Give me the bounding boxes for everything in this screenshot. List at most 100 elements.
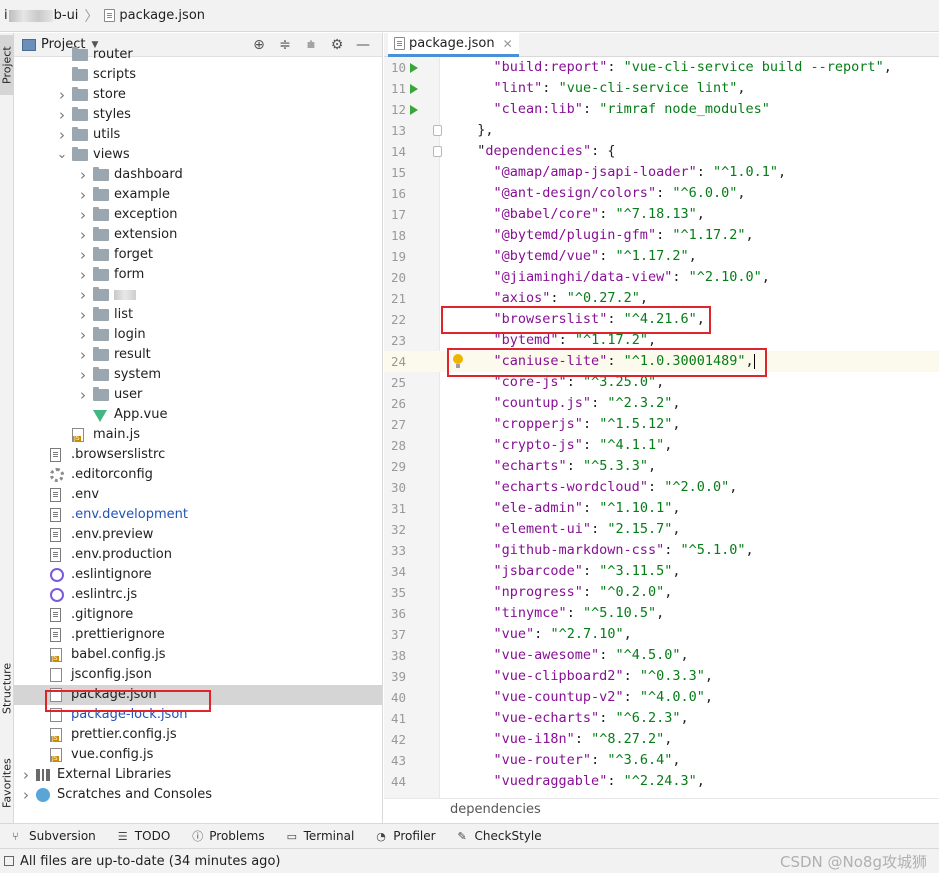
- code-line[interactable]: 36 "tinymce": "^5.10.5",: [384, 603, 939, 624]
- tree-item[interactable]: .eslintrc.js: [14, 585, 382, 605]
- code-line[interactable]: 10 "build:report": "vue-cli-service buil…: [384, 57, 939, 78]
- code-line[interactable]: 41 "vue-echarts": "^6.2.3",: [384, 708, 939, 729]
- close-icon[interactable]: ✕: [503, 37, 513, 51]
- chevron-right-icon[interactable]: ›: [77, 325, 89, 345]
- code-line[interactable]: 19 "@bytemd/vue": "^1.17.2",: [384, 246, 939, 267]
- tree-item[interactable]: › styles: [14, 105, 382, 125]
- code-line[interactable]: 21 "axios": "^0.27.2",: [384, 288, 939, 309]
- tree-item[interactable]: .prettierignore: [14, 625, 382, 645]
- code-line[interactable]: 44 "vuedraggable": "^2.24.3",: [384, 771, 939, 792]
- tree-item[interactable]: › store: [14, 85, 382, 105]
- code-line[interactable]: 23 "bytemd": "^1.17.2",: [384, 330, 939, 351]
- code-line[interactable]: 17 "@babel/core": "^7.18.13",: [384, 204, 939, 225]
- run-script-icon[interactable]: [410, 84, 418, 94]
- tree-item[interactable]: ⌄ views: [14, 145, 382, 165]
- run-script-icon[interactable]: [410, 105, 418, 115]
- run-script-icon[interactable]: [410, 63, 418, 73]
- tree-item[interactable]: router: [14, 45, 382, 65]
- code-line[interactable]: 22 "browserslist": "^4.21.6",: [384, 309, 939, 330]
- code-line[interactable]: 25 "core-js": "^3.25.0",: [384, 372, 939, 393]
- tree-item[interactable]: › user: [14, 385, 382, 405]
- tree-item[interactable]: › utils: [14, 125, 382, 145]
- toolwindow-subversion[interactable]: ⑂ Subversion: [12, 829, 96, 843]
- structure-tool-tab[interactable]: Structure: [0, 658, 14, 718]
- chevron-right-icon[interactable]: ›: [77, 365, 89, 385]
- tree-item[interactable]: › system: [14, 365, 382, 385]
- tree-item[interactable]: .env: [14, 485, 382, 505]
- code-line[interactable]: 42 "vue-i18n": "^8.27.2",: [384, 729, 939, 750]
- tab-package-json[interactable]: package.json ✕: [388, 33, 519, 57]
- toolwindow-profiler[interactable]: ◔ Profiler: [376, 829, 435, 843]
- code-line[interactable]: 29 "echarts": "^5.3.3",: [384, 456, 939, 477]
- tree-item[interactable]: .env.production: [14, 545, 382, 565]
- chevron-right-icon[interactable]: ›: [77, 245, 89, 265]
- code-line[interactable]: 15 "@amap/amap-jsapi-loader": "^1.0.1",: [384, 162, 939, 183]
- tree-item[interactable]: App.vue: [14, 405, 382, 425]
- code-line[interactable]: 34 "jsbarcode": "^3.11.5",: [384, 561, 939, 582]
- tree-item[interactable]: .editorconfig: [14, 465, 382, 485]
- code-line[interactable]: 11 "lint": "vue-cli-service lint",: [384, 78, 939, 99]
- editor-breadcrumb[interactable]: dependencies: [384, 798, 939, 823]
- fold-marker-icon[interactable]: [433, 146, 442, 157]
- chevron-right-icon[interactable]: ›: [56, 125, 68, 145]
- code-line[interactable]: 38 "vue-awesome": "^4.5.0",: [384, 645, 939, 666]
- tree-item[interactable]: › dashboard: [14, 165, 382, 185]
- toolwindow-problems[interactable]: ⓘ Problems: [192, 829, 264, 843]
- code-line[interactable]: 32 "element-ui": "2.15.7",: [384, 519, 939, 540]
- code-line[interactable]: 26 "countup.js": "^2.3.2",: [384, 393, 939, 414]
- code-line[interactable]: 13 },: [384, 120, 939, 141]
- code-line[interactable]: 18 "@bytemd/plugin-gfm": "^1.17.2",: [384, 225, 939, 246]
- tree-item[interactable]: › login: [14, 325, 382, 345]
- code-line[interactable]: 33 "github-markdown-css": "^5.1.0",: [384, 540, 939, 561]
- tree-item[interactable]: › result: [14, 345, 382, 365]
- tree-item[interactable]: .eslintignore: [14, 565, 382, 585]
- chevron-right-icon[interactable]: ›: [77, 165, 89, 185]
- code-line[interactable]: 20 "@jiaminghi/data-view": "^2.10.0",: [384, 267, 939, 288]
- favorites-tool-tab[interactable]: Favorites: [0, 748, 14, 818]
- tree-item[interactable]: jsconfig.json: [14, 665, 382, 685]
- code-line[interactable]: 24 "caniuse-lite": "^1.0.30001489",: [384, 351, 939, 372]
- tree-item[interactable]: ›: [14, 285, 382, 305]
- tree-item[interactable]: › extension: [14, 225, 382, 245]
- toolwindow-checkstyle[interactable]: ✎ CheckStyle: [458, 829, 542, 843]
- chevron-right-icon[interactable]: ›: [56, 105, 68, 125]
- tree-item[interactable]: prettier.config.js: [14, 725, 382, 745]
- chevron-right-icon[interactable]: ›: [77, 225, 89, 245]
- tree-item[interactable]: .gitignore: [14, 605, 382, 625]
- code-line[interactable]: 12 "clean:lib": "rimraf node_modules": [384, 99, 939, 120]
- tree-item[interactable]: babel.config.js: [14, 645, 382, 665]
- chevron-right-icon[interactable]: ›: [56, 85, 68, 105]
- tree-item[interactable]: scripts: [14, 65, 382, 85]
- chevron-right-icon[interactable]: ›: [77, 385, 89, 405]
- breadcrumb-project[interactable]: i b-ui: [4, 8, 78, 23]
- tree-item[interactable]: › list: [14, 305, 382, 325]
- tree-item[interactable]: › form: [14, 265, 382, 285]
- fold-marker-icon[interactable]: [433, 125, 442, 136]
- tree-item[interactable]: › exception: [14, 205, 382, 225]
- tree-item[interactable]: .env.development: [14, 505, 382, 525]
- chevron-right-icon[interactable]: ›: [77, 185, 89, 205]
- tree-item[interactable]: .env.preview: [14, 525, 382, 545]
- chevron-right-icon[interactable]: ›: [77, 285, 89, 305]
- code-content[interactable]: 10 "build:report": "vue-cli-service buil…: [384, 57, 939, 798]
- status-icon[interactable]: [4, 856, 14, 866]
- chevron-right-icon[interactable]: ›: [20, 765, 32, 785]
- code-line[interactable]: 35 "nprogress": "^0.2.0",: [384, 582, 939, 603]
- code-line[interactable]: 39 "vue-clipboard2": "^0.3.3",: [384, 666, 939, 687]
- code-line[interactable]: 14 "dependencies": {: [384, 141, 939, 162]
- toolwindow-todo[interactable]: ☰ TODO: [118, 829, 170, 843]
- tree-item[interactable]: .browserslistrc: [14, 445, 382, 465]
- tree-item[interactable]: package-lock.json: [14, 705, 382, 725]
- chevron-right-icon[interactable]: ›: [77, 305, 89, 325]
- chevron-down-icon[interactable]: ⌄: [56, 145, 68, 165]
- code-line[interactable]: 40 "vue-countup-v2": "^4.0.0",: [384, 687, 939, 708]
- tree-item[interactable]: › forget: [14, 245, 382, 265]
- breadcrumb-file[interactable]: package.json: [104, 8, 205, 23]
- chevron-right-icon[interactable]: ›: [20, 785, 32, 805]
- code-line[interactable]: 43 "vue-router": "^3.6.4",: [384, 750, 939, 771]
- tree-item[interactable]: main.js: [14, 425, 382, 445]
- tree-item[interactable]: › External Libraries: [14, 765, 382, 785]
- code-line[interactable]: 16 "@ant-design/colors": "^6.0.0",: [384, 183, 939, 204]
- tree-item[interactable]: vue.config.js: [14, 745, 382, 765]
- code-line[interactable]: 27 "cropperjs": "^1.5.12",: [384, 414, 939, 435]
